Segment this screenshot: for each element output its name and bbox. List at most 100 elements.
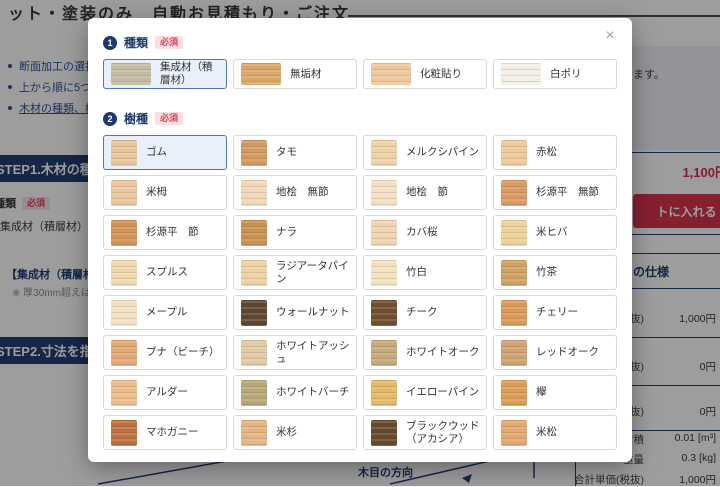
species-option-label: アルダー bbox=[146, 386, 188, 399]
wood-thumbnail bbox=[501, 299, 527, 326]
wood-thumbnail bbox=[501, 339, 527, 366]
species-option[interactable]: イエローパイン bbox=[363, 375, 487, 410]
species-option[interactable]: ブラックウッド（アカシア） bbox=[363, 415, 487, 450]
wood-thumbnail bbox=[371, 259, 397, 286]
species-option-label: ナラ bbox=[276, 226, 297, 239]
species-option[interactable]: ホワイトバーチ bbox=[233, 375, 357, 410]
species-option-label: スプルス bbox=[146, 266, 188, 279]
wood-thumbnail bbox=[111, 219, 137, 246]
species-option[interactable]: 米杉 bbox=[233, 415, 357, 450]
wood-thumbnail bbox=[241, 139, 267, 166]
type-option[interactable]: 白ポリ bbox=[493, 59, 617, 89]
species-option-label: 赤松 bbox=[536, 146, 557, 159]
wood-thumbnail bbox=[501, 139, 527, 166]
species-option-label: タモ bbox=[276, 146, 297, 159]
species-option[interactable]: 竹茶 bbox=[493, 255, 617, 290]
wood-thumbnail bbox=[371, 379, 397, 406]
species-option-label: ホワイトオーク bbox=[406, 346, 480, 359]
species-option[interactable]: レッドオーク bbox=[493, 335, 617, 370]
species-option[interactable]: アルダー bbox=[103, 375, 227, 410]
type-section-label: 種類 bbox=[124, 36, 149, 50]
required-badge: 必須 bbox=[155, 112, 184, 125]
species-option-label: 米栂 bbox=[146, 186, 167, 199]
wood-thumbnail bbox=[111, 419, 137, 446]
section-number-icon: 2 bbox=[103, 111, 117, 126]
species-option[interactable]: 欅 bbox=[493, 375, 617, 410]
species-option[interactable]: 地桧 無節 bbox=[233, 175, 357, 210]
wood-thumbnail bbox=[371, 63, 411, 85]
wood-thumbnail bbox=[371, 139, 397, 166]
wood-thumbnail bbox=[371, 179, 397, 206]
species-option[interactable]: ラジアータパイン bbox=[233, 255, 357, 290]
species-option[interactable]: 地桧 節 bbox=[363, 175, 487, 210]
wood-thumbnail bbox=[241, 299, 267, 326]
species-option[interactable]: チェリー bbox=[493, 295, 617, 330]
species-option[interactable]: チーク bbox=[363, 295, 487, 330]
species-option[interactable]: 米ヒバ bbox=[493, 215, 617, 250]
species-option[interactable]: スプルス bbox=[103, 255, 227, 290]
type-option[interactable]: 化粧貼り bbox=[363, 59, 487, 89]
type-option[interactable]: 集成材（積層材） bbox=[103, 59, 227, 89]
species-option-label: ブナ（ビーチ） bbox=[146, 346, 220, 359]
species-option-label: ホワイトアッシュ bbox=[276, 339, 350, 365]
wood-thumbnail bbox=[241, 379, 267, 406]
species-option[interactable]: 杉源平 無節 bbox=[493, 175, 617, 210]
species-option-label: 竹白 bbox=[406, 266, 427, 279]
wood-thumbnail bbox=[501, 219, 527, 246]
wood-thumbnail bbox=[241, 419, 267, 446]
species-option-label: チェリー bbox=[536, 306, 578, 319]
species-option[interactable]: ブナ（ビーチ） bbox=[103, 335, 227, 370]
species-option[interactable]: 赤松 bbox=[493, 135, 617, 170]
type-option[interactable]: 無垢材 bbox=[233, 59, 357, 89]
species-option-label: ブラックウッド（アカシア） bbox=[406, 419, 480, 445]
species-option-label: メープル bbox=[146, 306, 188, 319]
species-option[interactable]: ホワイトアッシュ bbox=[233, 335, 357, 370]
species-option-label: 杉源平 節 bbox=[146, 226, 199, 239]
species-option-label: イエローパイン bbox=[406, 386, 480, 399]
wood-thumbnail bbox=[501, 419, 527, 446]
species-option[interactable]: メルクシパイン bbox=[363, 135, 487, 170]
species-option-label: 竹茶 bbox=[536, 266, 557, 279]
species-option[interactable]: 杉源平 節 bbox=[103, 215, 227, 250]
species-option-label: 米杉 bbox=[276, 426, 297, 439]
type-section-header: 1 種類 必須 bbox=[103, 34, 617, 51]
required-badge: 必須 bbox=[155, 36, 184, 49]
wood-thumbnail bbox=[111, 63, 151, 85]
species-option[interactable]: 米松 bbox=[493, 415, 617, 450]
species-option-label: チーク bbox=[406, 306, 438, 319]
wood-thumbnail bbox=[501, 63, 541, 85]
type-option-label: 白ポリ bbox=[550, 67, 582, 80]
wood-thumbnail bbox=[501, 379, 527, 406]
wood-selection-modal: × 1 種類 必須 集成材（積層材） 無垢材 化粧貼り 白ポリ 2 樹種 必須 … bbox=[88, 18, 632, 462]
species-option-label: カバ桜 bbox=[406, 226, 438, 239]
type-option-label: 化粧貼り bbox=[420, 67, 462, 80]
species-option[interactable]: ウォールナット bbox=[233, 295, 357, 330]
close-icon[interactable]: × bbox=[600, 26, 620, 46]
species-option-label: 米ヒバ bbox=[536, 226, 568, 239]
wood-thumbnail bbox=[501, 259, 527, 286]
species-option[interactable]: ナラ bbox=[233, 215, 357, 250]
wood-thumbnail bbox=[241, 219, 267, 246]
species-option[interactable]: メープル bbox=[103, 295, 227, 330]
wood-thumbnail bbox=[111, 299, 137, 326]
species-option[interactable]: 米栂 bbox=[103, 175, 227, 210]
wood-thumbnail bbox=[241, 259, 267, 286]
section-number-icon: 1 bbox=[103, 35, 117, 50]
species-option-label: 米松 bbox=[536, 426, 557, 439]
species-option[interactable]: タモ bbox=[233, 135, 357, 170]
species-option-label: 地桧 節 bbox=[406, 186, 448, 199]
species-option-label: マホガニー bbox=[146, 426, 199, 439]
species-option[interactable]: ゴム bbox=[103, 135, 227, 170]
species-option-label: ゴム bbox=[146, 146, 167, 159]
species-options-grid: ゴム タモ メルクシパイン 赤松 米栂 地桧 無節 地桧 節 杉源平 無節 杉源… bbox=[103, 135, 617, 450]
species-option-label: 杉源平 無節 bbox=[536, 186, 599, 199]
species-option[interactable]: 竹白 bbox=[363, 255, 487, 290]
species-option[interactable]: カバ桜 bbox=[363, 215, 487, 250]
species-option[interactable]: マホガニー bbox=[103, 415, 227, 450]
wood-thumbnail bbox=[371, 299, 397, 326]
species-option-label: ラジアータパイン bbox=[276, 259, 349, 285]
species-option[interactable]: ホワイトオーク bbox=[363, 335, 487, 370]
type-options-grid: 集成材（積層材） 無垢材 化粧貼り 白ポリ bbox=[103, 59, 617, 89]
species-option-label: ホワイトバーチ bbox=[276, 386, 350, 399]
wood-thumbnail bbox=[111, 139, 137, 166]
